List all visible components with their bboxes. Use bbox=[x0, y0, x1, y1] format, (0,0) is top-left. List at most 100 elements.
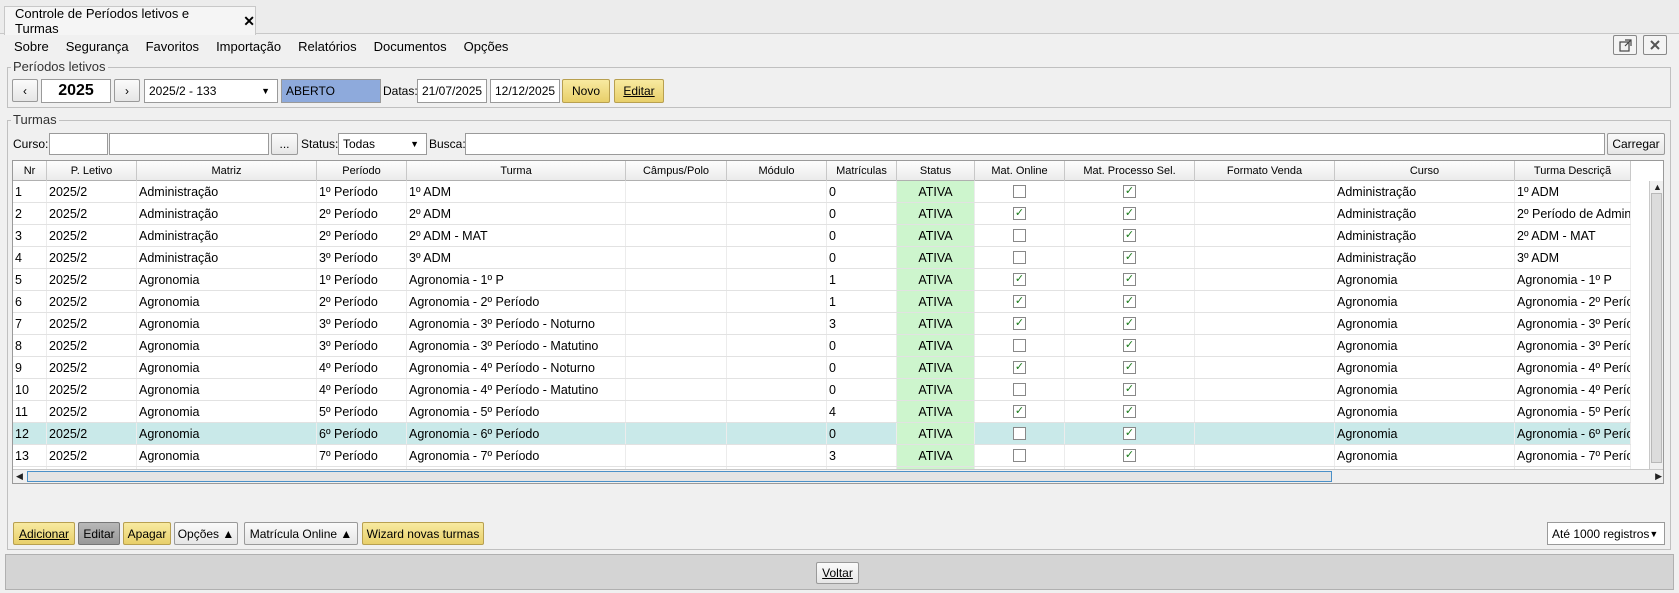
table-row[interactable]: 13 2025/2 Agronomia 7º Período Agronomia - 7… bbox=[13, 445, 1631, 467]
menu-sobre[interactable]: Sobre bbox=[14, 39, 49, 54]
table-row[interactable]: 5 2025/2 Agronomia 1º Período Agronomia - 1º… bbox=[13, 269, 1631, 291]
table-row[interactable]: 11 2025/2 Agronomia 5º Período Agronomia - 5… bbox=[13, 401, 1631, 423]
tab-controle-periodos[interactable]: Controle de Períodos letivos e Turmas ✕ bbox=[4, 6, 256, 36]
cell-mat-processo[interactable]: ✓ bbox=[1065, 357, 1195, 378]
popout-icon[interactable] bbox=[1613, 35, 1637, 55]
cell-mat-online[interactable]: ✓ bbox=[975, 291, 1065, 312]
cell-mat-online[interactable] bbox=[975, 379, 1065, 400]
curso-name-field[interactable] bbox=[109, 133, 269, 155]
cell-mat-processo[interactable]: ✓ bbox=[1065, 313, 1195, 334]
cell-mat-online[interactable] bbox=[975, 335, 1065, 356]
adicionar-button[interactable]: Adicionar bbox=[13, 522, 75, 545]
table-row[interactable]: 2 2025/2 Administração 2º Período 2º ADM 0 ATI… bbox=[13, 203, 1631, 225]
checkbox[interactable]: ✓ bbox=[1013, 207, 1026, 220]
data-fim-field[interactable]: 12/12/2025 bbox=[490, 79, 560, 103]
cell-mat-processo[interactable]: ✓ bbox=[1065, 291, 1195, 312]
menu-importacao[interactable]: Importação bbox=[216, 39, 281, 54]
vertical-scrollbar[interactable]: ▲ ▼ bbox=[1649, 181, 1663, 483]
editar-periodo-button[interactable]: Editar bbox=[614, 79, 664, 103]
close-window-icon[interactable] bbox=[1643, 35, 1667, 55]
table-row[interactable]: 4 2025/2 Administração 3º Período 3º ADM 0 ATI… bbox=[13, 247, 1631, 269]
cell-mat-processo[interactable]: ✓ bbox=[1065, 225, 1195, 246]
cell-mat-online[interactable]: ✓ bbox=[975, 357, 1065, 378]
checkbox[interactable]: ✓ bbox=[1123, 449, 1136, 462]
checkbox[interactable]: ✓ bbox=[1123, 185, 1136, 198]
checkbox[interactable]: ✓ bbox=[1123, 405, 1136, 418]
checkbox[interactable]: ✓ bbox=[1123, 361, 1136, 374]
checkbox[interactable]: ✓ bbox=[1013, 317, 1026, 330]
matricula-online-button[interactable]: Matrícula Online ▲ bbox=[244, 522, 358, 545]
menu-favoritos[interactable]: Favoritos bbox=[146, 39, 199, 54]
col-header-mat-online[interactable]: Mat. Online bbox=[975, 161, 1065, 181]
col-header-nr[interactable]: Nr bbox=[13, 161, 47, 181]
checkbox[interactable]: ✓ bbox=[1123, 383, 1136, 396]
table-row[interactable]: 10 2025/2 Agronomia 4º Período Agronomia - 4… bbox=[13, 379, 1631, 401]
cell-mat-online[interactable] bbox=[975, 225, 1065, 246]
checkbox[interactable]: ✓ bbox=[1123, 339, 1136, 352]
col-header-status[interactable]: Status bbox=[897, 161, 975, 181]
curso-browse-button[interactable]: ... bbox=[271, 133, 298, 155]
cell-mat-online[interactable]: ✓ bbox=[975, 313, 1065, 334]
menu-documentos[interactable]: Documentos bbox=[374, 39, 447, 54]
checkbox[interactable]: ✓ bbox=[1013, 273, 1026, 286]
table-row[interactable]: 3 2025/2 Administração 2º Período 2º ADM - M… bbox=[13, 225, 1631, 247]
carregar-button[interactable]: Carregar bbox=[1607, 133, 1665, 155]
checkbox[interactable]: ✓ bbox=[1013, 405, 1026, 418]
opcoes-button[interactable]: Opções ▲ bbox=[174, 522, 238, 545]
menu-relatorios[interactable]: Relatórios bbox=[298, 39, 357, 54]
registros-select[interactable]: Até 1000 registros ▼ bbox=[1547, 522, 1665, 545]
scroll-right-icon[interactable]: ▶ bbox=[1655, 471, 1662, 482]
col-header-turma[interactable]: Turma bbox=[407, 161, 626, 181]
cell-mat-online[interactable] bbox=[975, 181, 1065, 202]
checkbox[interactable]: ✓ bbox=[1123, 317, 1136, 330]
col-header-curso[interactable]: Curso bbox=[1335, 161, 1515, 181]
cell-mat-online[interactable] bbox=[975, 423, 1065, 444]
novo-button[interactable]: Novo bbox=[562, 79, 610, 103]
col-header-p-letivo[interactable]: P. Letivo bbox=[47, 161, 137, 181]
cell-mat-processo[interactable]: ✓ bbox=[1065, 181, 1195, 202]
table-row[interactable]: 6 2025/2 Agronomia 2º Período Agronomia - 2º… bbox=[13, 291, 1631, 313]
cell-mat-processo[interactable]: ✓ bbox=[1065, 247, 1195, 268]
year-field[interactable]: 2025 bbox=[41, 79, 111, 103]
vertical-scroll-thumb[interactable] bbox=[1651, 193, 1662, 463]
cell-mat-processo[interactable]: ✓ bbox=[1065, 335, 1195, 356]
table-row[interactable]: 8 2025/2 Agronomia 3º Período Agronomia - 3º… bbox=[13, 335, 1631, 357]
cell-mat-processo[interactable]: ✓ bbox=[1065, 401, 1195, 422]
cell-mat-processo[interactable]: ✓ bbox=[1065, 423, 1195, 444]
cell-mat-online[interactable] bbox=[975, 247, 1065, 268]
voltar-button[interactable]: Voltar bbox=[816, 562, 859, 584]
menu-opcoes[interactable]: Opções bbox=[464, 39, 509, 54]
table-row[interactable]: 9 2025/2 Agronomia 4º Período Agronomia - 4º… bbox=[13, 357, 1631, 379]
cell-mat-processo[interactable]: ✓ bbox=[1065, 203, 1195, 224]
status-select[interactable]: Todas ▼ bbox=[338, 133, 427, 155]
checkbox[interactable]: ✓ bbox=[1123, 427, 1136, 440]
col-header-modulo[interactable]: Módulo bbox=[727, 161, 827, 181]
table-row[interactable]: 1 2025/2 Administração 1º Período 1º ADM 0 ATI… bbox=[13, 181, 1631, 203]
scroll-left-icon[interactable]: ◀ bbox=[16, 471, 23, 482]
cell-mat-processo[interactable]: ✓ bbox=[1065, 379, 1195, 400]
checkbox[interactable] bbox=[1013, 383, 1026, 396]
col-header-formato-venda[interactable]: Formato Venda bbox=[1195, 161, 1335, 181]
busca-input[interactable] bbox=[465, 133, 1605, 155]
menu-seguranca[interactable]: Segurança bbox=[66, 39, 129, 54]
horizontal-scrollbar[interactable]: ◀ ▶ bbox=[13, 469, 1663, 483]
checkbox[interactable] bbox=[1013, 449, 1026, 462]
cell-mat-online[interactable] bbox=[975, 445, 1065, 466]
checkbox[interactable]: ✓ bbox=[1013, 295, 1026, 308]
data-inicio-field[interactable]: 21/07/2025 bbox=[417, 79, 487, 103]
cell-mat-online[interactable]: ✓ bbox=[975, 269, 1065, 290]
checkbox[interactable] bbox=[1013, 229, 1026, 242]
editar-turma-button[interactable]: Editar bbox=[78, 522, 120, 545]
checkbox[interactable] bbox=[1013, 427, 1026, 440]
next-year-button[interactable]: › bbox=[114, 79, 140, 102]
checkbox[interactable]: ✓ bbox=[1123, 229, 1136, 242]
table-row[interactable]: 7 2025/2 Agronomia 3º Período Agronomia - 3º… bbox=[13, 313, 1631, 335]
col-header-matriculas[interactable]: Matrículas bbox=[827, 161, 897, 181]
checkbox[interactable]: ✓ bbox=[1123, 295, 1136, 308]
apagar-button[interactable]: Apagar bbox=[123, 522, 171, 545]
scroll-up-icon[interactable]: ▲ bbox=[1653, 182, 1662, 192]
cell-mat-processo[interactable]: ✓ bbox=[1065, 269, 1195, 290]
checkbox[interactable]: ✓ bbox=[1123, 273, 1136, 286]
checkbox[interactable]: ✓ bbox=[1123, 207, 1136, 220]
horizontal-scroll-thumb[interactable] bbox=[27, 471, 1332, 482]
